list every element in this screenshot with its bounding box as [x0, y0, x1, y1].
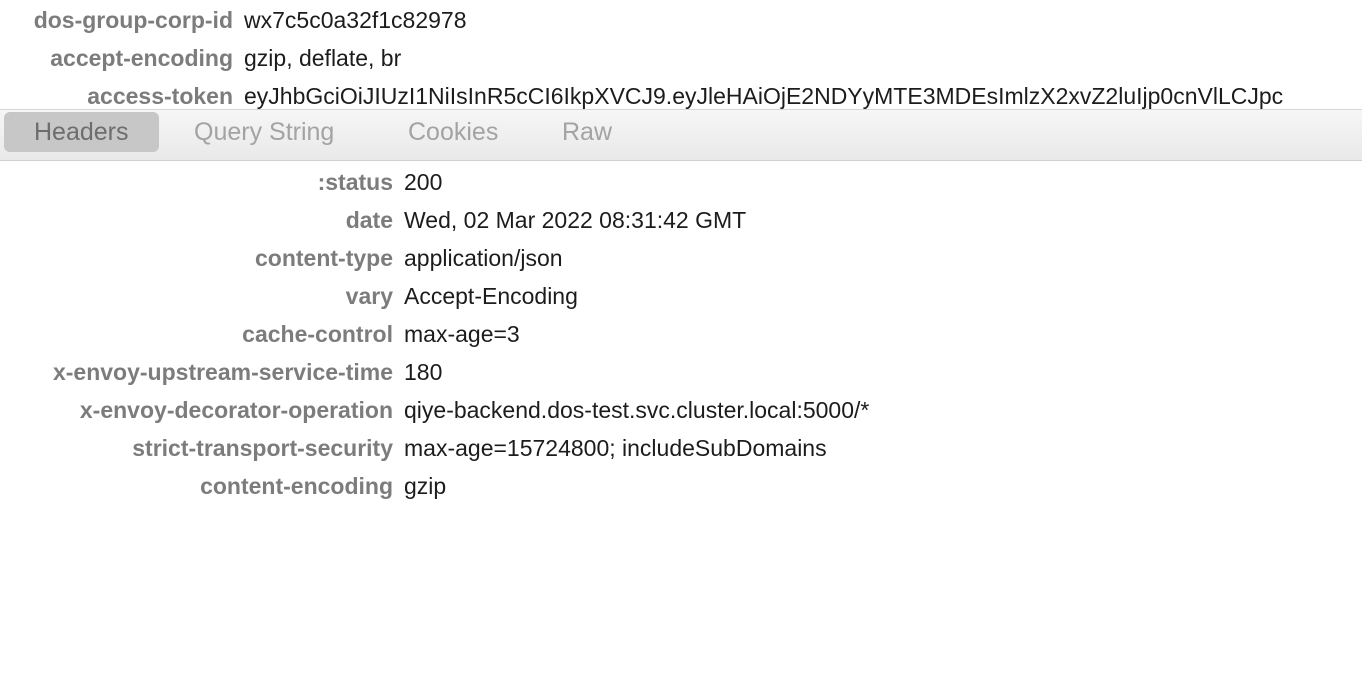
header-key: x-envoy-decorator-operation	[79, 397, 393, 423]
header-key: x-envoy-upstream-service-time	[52, 359, 393, 385]
header-value: Accept-Encoding	[404, 283, 578, 309]
header-value: max-age=3	[404, 321, 520, 347]
header-key: date	[345, 207, 393, 233]
header-value: max-age=15724800; includeSubDomains	[404, 435, 827, 461]
header-value: 180	[404, 359, 443, 385]
header-value: gzip	[404, 473, 447, 499]
header-value: Wed, 02 Mar 2022 08:31:42 GMT	[404, 207, 747, 233]
header-key: access-token	[87, 83, 233, 109]
header-key: strict-transport-security	[132, 435, 393, 461]
header-key: content-encoding	[200, 473, 393, 499]
header-value: eyJhbGciOiJIUzI1NiIsInR5cCI6IkpXVCJ9.eyJ…	[244, 83, 1284, 109]
header-value: qiye-backend.dos-test.svc.cluster.local:…	[404, 397, 870, 423]
tab-cookies[interactable]: Cookies	[378, 112, 528, 152]
header-key: vary	[345, 283, 393, 309]
header-key: cache-control	[242, 321, 393, 347]
header-key: dos-group-corp-id	[33, 7, 233, 33]
inspector-tab-bar: Headers Query String Cookies Raw	[0, 109, 1362, 161]
tab-query-string[interactable]: Query String	[164, 112, 364, 152]
tab-raw[interactable]: Raw	[532, 112, 642, 152]
header-key: accept-encoding	[50, 45, 233, 71]
request-headers-list: dos-group-corp-id wx7c5c0a32f1c82978 acc…	[0, 0, 1362, 110]
http-inspector: dos-group-corp-id wx7c5c0a32f1c82978 acc…	[0, 0, 1362, 684]
header-key: content-type	[255, 245, 393, 271]
tab-headers[interactable]: Headers	[4, 112, 159, 152]
header-value: 200	[404, 169, 443, 195]
header-key: :status	[317, 169, 393, 195]
header-value: gzip, deflate, br	[244, 45, 402, 71]
header-value: application/json	[404, 245, 563, 271]
header-value: wx7c5c0a32f1c82978	[244, 7, 467, 33]
